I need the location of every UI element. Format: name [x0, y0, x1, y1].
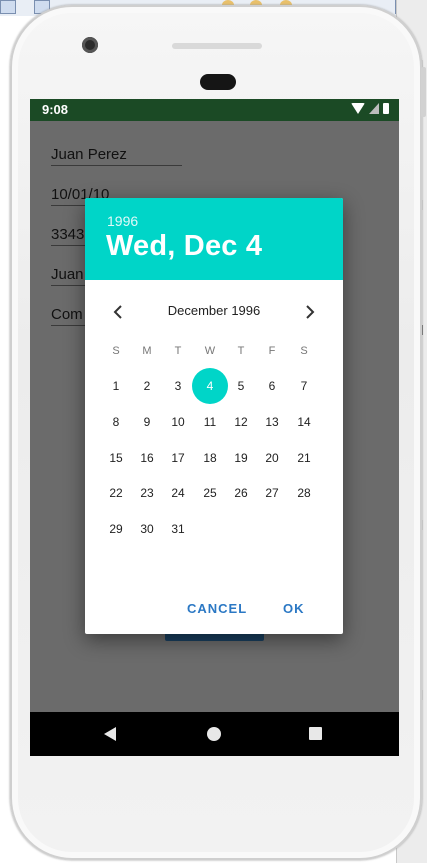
signal-icon — [369, 103, 379, 114]
battery-icon — [383, 103, 389, 114]
selected-date-label: Wed, Dec 4 — [106, 230, 263, 262]
navigation-bar — [30, 712, 399, 756]
cancel-button[interactable]: CANCEL — [187, 601, 247, 616]
status-icons — [351, 103, 389, 114]
day-cell[interactable]: 17 — [160, 440, 196, 476]
status-time: 9:08 — [42, 102, 69, 117]
name-field[interactable]: Juan Perez — [51, 145, 182, 166]
weekday-label: M — [142, 345, 152, 357]
phone-screen: 9:08 Juan Perez 10/01/10 3343 Juan Com 1… — [30, 99, 399, 756]
date-picker-dialog: 1996 Wed, Dec 4 December 1996 SMTWTFS 12… — [85, 198, 343, 634]
weekday-label: T — [174, 345, 182, 357]
weekday-label: W — [204, 345, 216, 357]
day-cell[interactable]: 7 — [286, 368, 322, 404]
recents-square-icon[interactable] — [309, 727, 322, 740]
desktop-toolbar-icon — [0, 0, 16, 14]
volume-button[interactable] — [421, 67, 426, 117]
day-cell[interactable]: 3 — [160, 368, 196, 404]
year-label[interactable]: 1996 — [107, 213, 138, 229]
day-cell[interactable]: 13 — [254, 404, 290, 440]
day-cell[interactable]: 31 — [160, 511, 196, 547]
day-cell[interactable]: 27 — [254, 475, 290, 511]
day-cell[interactable]: 20 — [254, 440, 290, 476]
chevron-right-icon[interactable] — [298, 301, 320, 323]
weekday-label: S — [300, 345, 308, 357]
day-cell[interactable]: 28 — [286, 475, 322, 511]
day-cell[interactable]: 21 — [286, 440, 322, 476]
ok-button[interactable]: OK — [283, 601, 305, 616]
weekday-label: T — [237, 345, 245, 357]
front-camera — [82, 37, 98, 53]
speaker-grille — [172, 43, 262, 49]
back-triangle-icon[interactable] — [104, 727, 116, 741]
date-picker-header: 1996 Wed, Dec 4 — [85, 198, 343, 280]
day-cell[interactable]: 14 — [286, 404, 322, 440]
day-cell[interactable]: 6 — [254, 368, 290, 404]
status-bar: 9:08 — [30, 99, 399, 121]
day-cell[interactable]: 10 — [160, 404, 196, 440]
weekday-label: F — [268, 345, 276, 357]
day-cell[interactable]: 24 — [160, 475, 196, 511]
wifi-icon — [351, 103, 365, 114]
weekday-label: S — [112, 345, 120, 357]
earpiece — [200, 74, 236, 90]
home-circle-icon[interactable] — [207, 727, 221, 741]
